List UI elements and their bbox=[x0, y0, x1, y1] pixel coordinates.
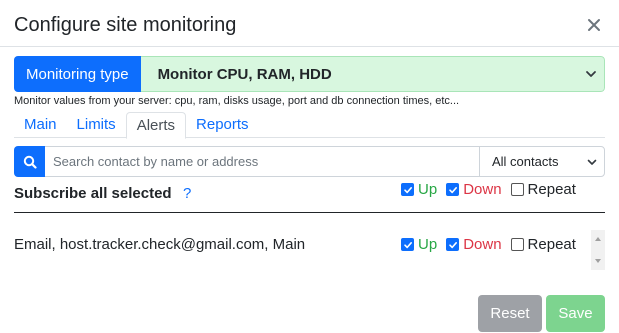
monitoring-type-helper: Monitor values from your server: cpu, ra… bbox=[14, 95, 460, 107]
check-icon bbox=[448, 186, 457, 193]
close-button[interactable] bbox=[585, 16, 603, 34]
subscribe-up-label: Up bbox=[418, 181, 438, 198]
contact-repeat-checkbox[interactable] bbox=[510, 238, 524, 251]
close-icon bbox=[588, 19, 600, 31]
subscribe-all-label: Subscribe all selected bbox=[14, 185, 172, 202]
subscribe-up-checkbox[interactable] bbox=[401, 183, 414, 196]
tab-main[interactable]: Main bbox=[14, 112, 67, 138]
search-input[interactable] bbox=[45, 146, 479, 177]
subscribe-divider bbox=[14, 212, 605, 213]
subscribe-repeat-label: Repeat bbox=[527, 181, 576, 198]
chevron-down-icon bbox=[587, 159, 597, 165]
check-icon bbox=[403, 241, 412, 248]
reset-button[interactable]: Reset bbox=[478, 295, 542, 332]
subscribe-repeat-checkbox[interactable] bbox=[510, 183, 524, 196]
monitoring-type-group: Monitoring type Monitor CPU, RAM, HDD bbox=[14, 56, 605, 92]
tab-alerts[interactable]: Alerts bbox=[125, 112, 187, 139]
subscribe-all-checks: Up Down Repeat bbox=[401, 181, 576, 198]
page-title: Configure site monitoring bbox=[14, 14, 237, 36]
contacts-filter-select[interactable]: All contacts bbox=[479, 146, 605, 177]
subscribe-help-link[interactable]: ? bbox=[183, 185, 191, 202]
contact-search-row: All contacts bbox=[14, 146, 605, 177]
contact-text: Email, host.tracker.check@gmail.com, Mai… bbox=[14, 236, 306, 253]
search-button[interactable] bbox=[14, 146, 45, 177]
check-icon bbox=[403, 186, 412, 193]
monitoring-type-select[interactable]: Monitor CPU, RAM, HDD bbox=[140, 56, 605, 92]
contact-up-checkbox[interactable] bbox=[401, 238, 414, 251]
chevron-down-icon bbox=[586, 71, 596, 77]
contact-checks: Up Down Repeat bbox=[401, 236, 576, 253]
contacts-scrollbar[interactable] bbox=[591, 230, 605, 270]
header-divider bbox=[0, 46, 619, 47]
contact-up-label: Up bbox=[418, 236, 438, 253]
tab-limits[interactable]: Limits bbox=[67, 112, 126, 138]
check-icon bbox=[448, 241, 457, 248]
search-icon bbox=[23, 155, 37, 169]
scroll-down-arrow[interactable] bbox=[595, 259, 601, 263]
contact-repeat-label: Repeat bbox=[527, 236, 576, 253]
save-button[interactable]: Save bbox=[546, 295, 605, 332]
contact-down-checkbox[interactable] bbox=[446, 238, 460, 251]
contact-down-label: Down bbox=[463, 236, 502, 253]
subscribe-down-label: Down bbox=[463, 181, 502, 198]
tab-bar: Main Limits Alerts Reports bbox=[14, 112, 605, 139]
contacts-filter-value: All contacts bbox=[492, 154, 559, 169]
scroll-up-arrow[interactable] bbox=[595, 237, 601, 241]
tab-reports[interactable]: Reports bbox=[186, 112, 259, 138]
monitoring-type-value: Monitor CPU, RAM, HDD bbox=[157, 65, 332, 83]
monitoring-type-label: Monitoring type bbox=[14, 56, 141, 92]
subscribe-down-checkbox[interactable] bbox=[446, 183, 460, 196]
